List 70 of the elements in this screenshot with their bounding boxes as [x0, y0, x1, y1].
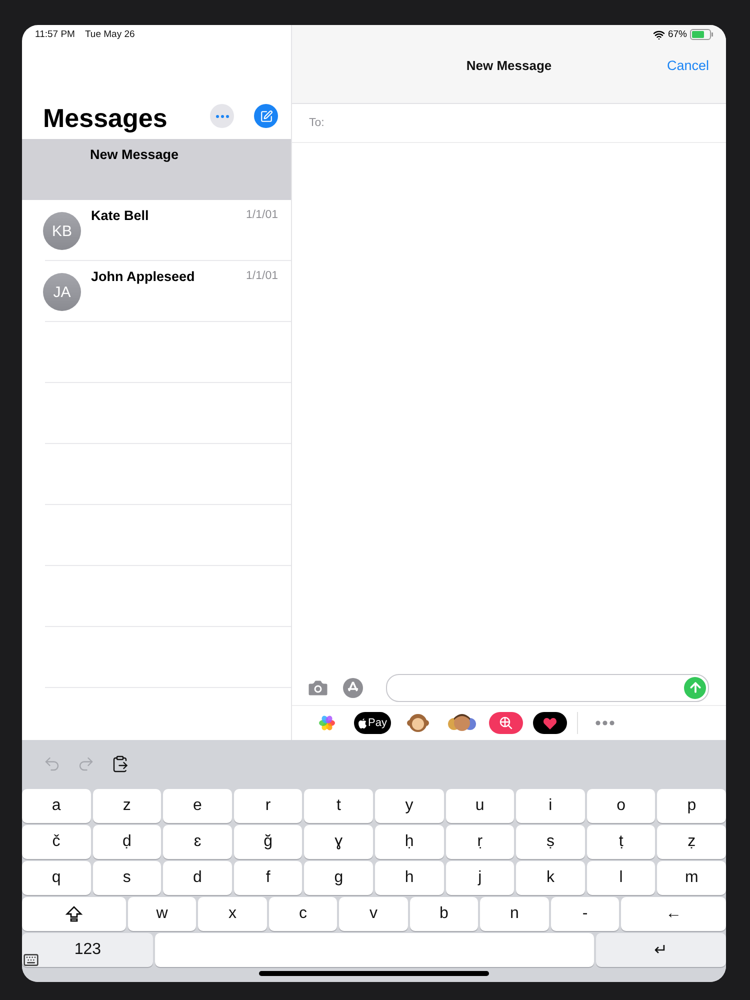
- to-label: To:: [309, 117, 324, 129]
- shift-key[interactable]: [22, 897, 126, 931]
- heart-icon: [542, 716, 557, 730]
- apple-icon: [358, 718, 367, 728]
- key[interactable]: d: [163, 861, 232, 895]
- shift-icon: [64, 905, 83, 923]
- numbers-key[interactable]: 123: [22, 933, 154, 967]
- message-date: 1/1/01: [246, 209, 278, 223]
- compose-button[interactable]: [254, 104, 278, 128]
- key[interactable]: -: [550, 897, 620, 931]
- key[interactable]: ḍ: [92, 825, 162, 859]
- contact-name: John Appleseed: [91, 269, 196, 285]
- key[interactable]: ɣ: [304, 825, 373, 859]
- key[interactable]: k: [516, 861, 585, 895]
- key[interactable]: q: [22, 861, 91, 895]
- key[interactable]: ḥ: [374, 825, 444, 859]
- key[interactable]: ṣ: [516, 825, 585, 859]
- key[interactable]: h: [374, 861, 444, 895]
- globe-search-icon: [498, 716, 513, 730]
- key[interactable]: e: [163, 789, 232, 823]
- key[interactable]: ṭ: [586, 825, 656, 859]
- contact-name: Kate Bell: [91, 208, 150, 224]
- compose-title: New Message: [466, 58, 552, 73]
- web-search-button[interactable]: [488, 712, 523, 734]
- key[interactable]: v: [339, 897, 408, 931]
- key[interactable]: c: [268, 897, 338, 931]
- key[interactable]: t: [304, 789, 373, 823]
- key[interactable]: ğ: [234, 825, 302, 859]
- heart-button[interactable]: [532, 712, 567, 734]
- message-field[interactable]: [386, 674, 709, 702]
- key[interactable]: y: [374, 789, 444, 823]
- key[interactable]: b: [410, 897, 478, 931]
- status-time: 11:57 PM: [35, 29, 75, 40]
- key[interactable]: i: [516, 789, 585, 823]
- key[interactable]: o: [586, 789, 656, 823]
- key[interactable]: g: [304, 861, 373, 895]
- avatar: KB: [43, 212, 81, 250]
- message-date: 1/1/01: [246, 270, 278, 284]
- key[interactable]: ẓ: [657, 825, 726, 859]
- key[interactable]: ṛ: [446, 825, 514, 859]
- battery-icon: [690, 29, 714, 40]
- avatar: JA: [43, 273, 81, 311]
- key[interactable]: u: [446, 789, 514, 823]
- key[interactable]: s: [92, 861, 162, 895]
- key[interactable]: n: [480, 897, 549, 931]
- key[interactable]: f: [234, 861, 302, 895]
- key[interactable]: x: [198, 897, 267, 931]
- status-date: Tue May 26: [84, 29, 135, 40]
- compose-icon: [260, 110, 272, 122]
- key[interactable]: w: [128, 897, 196, 931]
- return-key[interactable]: ↵: [596, 933, 726, 967]
- backspace-key[interactable]: ←: [621, 897, 726, 931]
- more-button[interactable]: [210, 104, 234, 128]
- key[interactable]: l: [586, 861, 656, 895]
- send-button[interactable]: [684, 676, 706, 698]
- sidebar-title: Messages: [43, 102, 168, 135]
- key[interactable]: r: [234, 789, 302, 823]
- key[interactable]: z: [92, 789, 162, 823]
- conversation-item[interactable]: New Message: [22, 139, 291, 200]
- key[interactable]: ɛ: [163, 825, 232, 859]
- key[interactable]: p: [657, 789, 726, 823]
- battery-percent: 67%: [668, 29, 687, 40]
- wifi-icon: [652, 28, 665, 40]
- pay-button[interactable]: Pay: [354, 712, 391, 734]
- key[interactable]: č: [22, 825, 91, 859]
- key[interactable]: j: [446, 861, 514, 895]
- key[interactable]: m: [657, 861, 726, 895]
- contact-name: New Message: [90, 147, 180, 163]
- ellipsis-icon: [216, 114, 228, 118]
- key[interactable]: a: [22, 789, 91, 823]
